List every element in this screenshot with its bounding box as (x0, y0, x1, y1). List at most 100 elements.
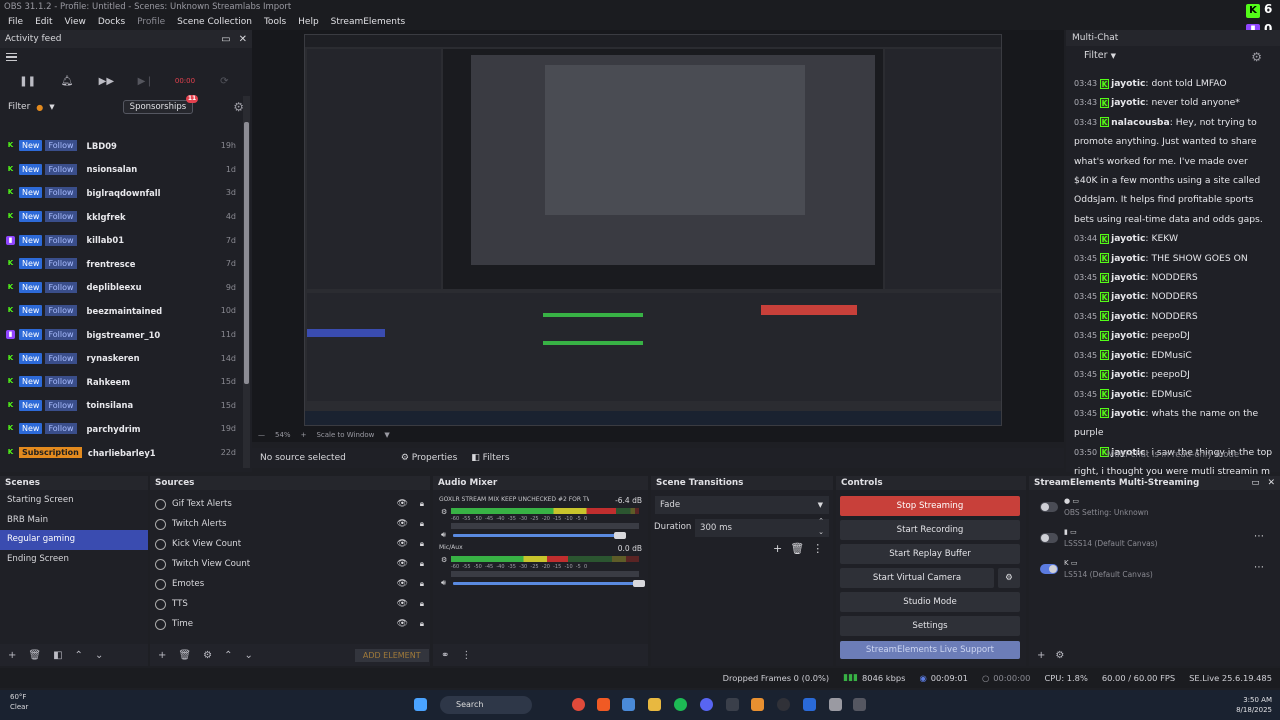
activity-item[interactable]: K New Follow Rahkeem 15d (0, 370, 244, 394)
add-element-button[interactable]: ADD ELEMENT (354, 648, 429, 662)
activity-item[interactable]: K New Follow kklgfrek 4d (0, 205, 244, 229)
scene-item[interactable]: Regular gaming (0, 530, 148, 550)
add-icon[interactable]: + (1037, 650, 1045, 661)
more-icon[interactable]: ⋯ (1254, 562, 1264, 573)
obs-icon[interactable] (777, 698, 790, 711)
eye-icon[interactable]: 👁︎ (397, 619, 408, 629)
pause-icon[interactable]: ❚❚ (8, 70, 47, 92)
menu-view[interactable]: View (59, 14, 92, 30)
chat-username[interactable]: jayotic (1111, 97, 1145, 108)
zoom-minus-icon[interactable]: — (258, 431, 265, 439)
gear-icon[interactable]: ⚙ (203, 650, 212, 661)
menu-edit[interactable]: Edit (29, 14, 58, 30)
lock-icon[interactable]: 🔒︎ (420, 599, 424, 609)
activity-item[interactable]: K New Follow nsionsalan 1d (0, 158, 244, 182)
add-icon[interactable]: + (8, 650, 16, 661)
chat-username[interactable]: jayotic (1111, 272, 1145, 283)
multichat-filter[interactable]: Filter ▼ (1084, 50, 1116, 64)
eye-icon[interactable]: 👁︎ (397, 599, 408, 609)
start-virtual-camera-button[interactable]: Start Virtual Camera (840, 568, 994, 588)
lock-icon[interactable]: 🔒︎ (420, 579, 424, 589)
zoom-plus-icon[interactable]: + (301, 431, 307, 439)
menu-profile[interactable]: Profile (131, 14, 171, 30)
trash-icon[interactable]: 🗑︎ (178, 650, 191, 661)
start-recording-button[interactable]: Start Recording (840, 520, 1020, 540)
activity-scrollbar[interactable] (243, 96, 250, 468)
taskbar-clock[interactable]: 3:50 AM 8/18/2025 (1236, 695, 1272, 715)
speaker-icon[interactable]: 🔊︎ (441, 530, 446, 540)
close-icon[interactable]: ✕ (239, 34, 247, 45)
add-icon[interactable]: + (158, 650, 166, 661)
virtual-camera-gear-icon[interactable]: ⚙ (998, 568, 1020, 588)
app-icon[interactable] (726, 698, 739, 711)
vlc-icon[interactable] (751, 698, 764, 711)
window-icon[interactable] (622, 698, 635, 711)
transition-select[interactable]: Fade ▼ (655, 496, 829, 514)
chat-username[interactable]: jayotic (1111, 78, 1145, 89)
scene-item[interactable]: Ending Screen (0, 550, 148, 570)
activity-item[interactable]: ▮ New Follow bigstreamer_10 11d (0, 323, 244, 347)
filters-button[interactable]: ◧ Filters (471, 453, 509, 463)
app-icon[interactable] (803, 698, 816, 711)
activity-item[interactable]: K New Follow toinsilana 15d (0, 394, 244, 418)
hamburger-menu-icon[interactable] (0, 48, 252, 66)
menu-scene-collection[interactable]: Scene Collection (171, 14, 258, 30)
trash-icon[interactable]: 🗑︎ (28, 650, 41, 661)
more-icon[interactable]: ⋮ (812, 542, 823, 555)
source-item[interactable]: Gif Text Alerts 👁︎ 🔒︎ (150, 494, 430, 514)
source-item[interactable]: TTS 👁︎ 🔒︎ (150, 594, 430, 614)
chat-username[interactable]: jayotic (1111, 311, 1145, 322)
chat-username[interactable]: jayotic (1111, 291, 1145, 302)
filter-icon[interactable]: ◧ (53, 650, 62, 661)
volume-slider[interactable] (453, 534, 620, 537)
studio-mode-button[interactable]: Studio Mode (840, 592, 1020, 612)
activity-item[interactable]: K New Follow frentresce 7d (0, 252, 244, 276)
menu-help[interactable]: Help (292, 14, 325, 30)
activity-item[interactable]: K New Follow rynaskeren 14d (0, 346, 244, 370)
eye-icon[interactable]: 👁︎ (397, 539, 408, 549)
settings-icon[interactable] (829, 698, 842, 711)
bell-icon[interactable]: 🔔︎ (47, 70, 86, 92)
chat-username[interactable]: nalacousba (1111, 117, 1170, 128)
discord-icon[interactable] (700, 698, 713, 711)
start-replay-buffer-button[interactable]: Start Replay Buffer (840, 544, 1020, 564)
activity-item[interactable]: K Subscription charliebarley1 22d (0, 441, 244, 465)
source-item[interactable]: Time 👁︎ 🔒︎ (150, 614, 430, 634)
source-item[interactable]: Emotes 👁︎ 🔒︎ (150, 574, 430, 594)
multistream-toggle[interactable] (1040, 502, 1058, 512)
channel-gear-icon[interactable]: ⚙ (441, 556, 447, 564)
timer-display[interactable]: 00:00 (165, 70, 204, 92)
filter-dropdown[interactable]: Filter (8, 102, 30, 112)
folder-icon[interactable] (648, 698, 661, 711)
lock-icon[interactable]: 🔒︎ (420, 559, 424, 569)
activity-item[interactable]: K New Follow LBD09 19h (0, 134, 244, 158)
volume-slider[interactable] (453, 582, 639, 585)
activity-item[interactable]: K New Follow parchydrim 19d (0, 417, 244, 441)
windows-start-icon[interactable] (414, 698, 427, 711)
scale-to-window[interactable]: Scale to Window (316, 431, 374, 439)
chrome-icon[interactable] (572, 698, 585, 711)
eye-icon[interactable]: 👁︎ (397, 499, 408, 509)
float-icon[interactable]: ▭ (221, 34, 230, 45)
menu-tools[interactable]: Tools (258, 14, 292, 30)
speaker-icon[interactable]: 🔊︎ (441, 578, 446, 588)
trash-icon[interactable]: 🗑︎ (790, 542, 804, 555)
skip-icon[interactable]: ▶❘ (126, 70, 165, 92)
activity-item[interactable]: K New Follow biglraqdownfall 3d (0, 181, 244, 205)
menu-docks[interactable]: Docks (92, 14, 131, 30)
source-item[interactable]: Kick View Count 👁︎ 🔒︎ (150, 534, 430, 554)
settings-button[interactable]: Settings (840, 616, 1020, 636)
source-item[interactable]: Twitch View Count 👁︎ 🔒︎ (150, 554, 430, 574)
chat-username[interactable]: jayotic (1111, 330, 1145, 341)
chat-username[interactable]: jayotic (1111, 389, 1145, 400)
taskbar-search[interactable]: Search (440, 696, 532, 714)
gear-icon[interactable]: ⚙ (1251, 50, 1262, 64)
volume-knob[interactable] (633, 580, 645, 587)
multistream-toggle[interactable] (1040, 533, 1058, 543)
volume-knob[interactable] (614, 532, 626, 539)
spotify-icon[interactable] (674, 698, 687, 711)
close-icon[interactable]: ✕ (1268, 476, 1275, 490)
chat-username[interactable]: jayotic (1111, 233, 1145, 244)
down-arrow-icon[interactable]: ⌄ (95, 650, 103, 661)
eye-icon[interactable]: 👁︎ (397, 579, 408, 589)
